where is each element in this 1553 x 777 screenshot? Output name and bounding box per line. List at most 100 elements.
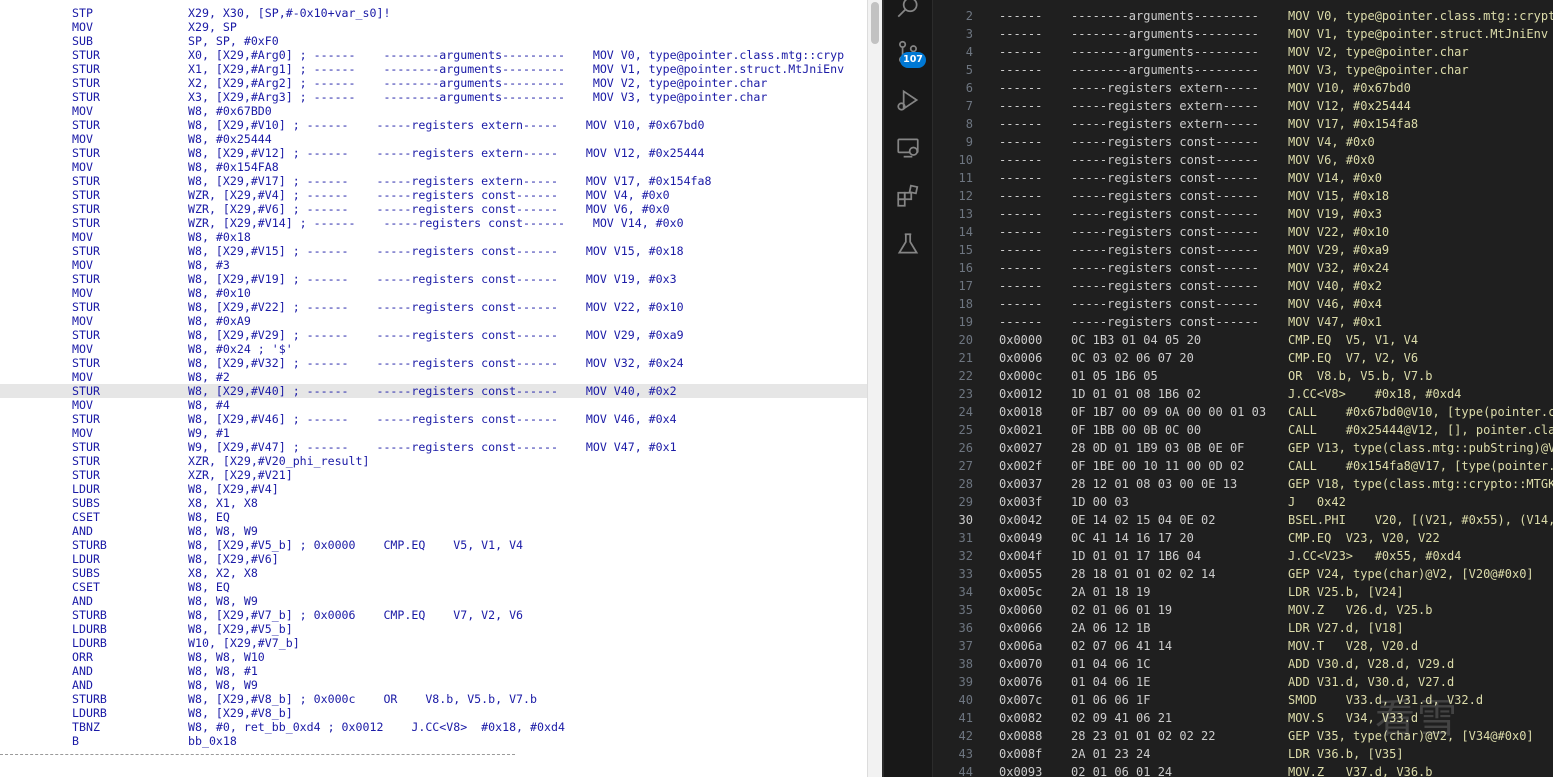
editor-line[interactable]: 43 0x008f 2A 01 23 24 LDR V36.b, [V35] xyxy=(933,745,1553,763)
disasm-line[interactable]: Bbb_0x18 xyxy=(0,734,867,748)
disasm-line[interactable]: STUR X1, [X29,#Arg1] ; ------ --------arg… xyxy=(0,62,867,76)
disasm-line[interactable]: AND W8, W8, W9 xyxy=(0,524,867,538)
disasm-line[interactable]: MOV W8, #0x25444 xyxy=(0,132,867,146)
editor-line[interactable]: 29 0x003f 1D 00 03 J 0x42 xyxy=(933,493,1553,511)
disasm-line[interactable]: LDURB W10, [X29,#V7_b] xyxy=(0,636,867,650)
editor-line[interactable]: 24 0x0018 0F 1B7 00 09 0A 00 00 01 03 CALL … xyxy=(933,403,1553,421)
editor-line[interactable]: 18 ------ -----registers const------ MOV V4… xyxy=(933,295,1553,313)
editor-line[interactable]: 37 0x006a 02 07 06 41 14 MOV.T V28, V20.d xyxy=(933,637,1553,655)
disasm-line[interactable]: AND W8, W8, #1 xyxy=(0,664,867,678)
disasm-line[interactable]: SUB SP, SP, #0xF0 xyxy=(0,34,867,48)
editor-line[interactable]: 6 ------ -----registers extern----- MOV V10… xyxy=(933,79,1553,97)
disassembly-pane[interactable]: STP X29, X30, [SP,#-0x10+var_s0]! MOV X29, … xyxy=(0,0,867,777)
remote-explorer-icon[interactable] xyxy=(894,134,922,162)
editor-line[interactable]: 12 ------ -----registers const------ MOV V1… xyxy=(933,187,1553,205)
disasm-line[interactable]: STUR W8, [X29,#V12] ; ------ -----registe… xyxy=(0,146,867,160)
disasm-line[interactable]: STUR W8, [X29,#V19] ; ------ -----registe… xyxy=(0,272,867,286)
disasm-line[interactable]: TBNZ W8, #0, ret_bb_0xd4 ; 0x0012 J.CC<V8… xyxy=(0,720,867,734)
editor-line[interactable]: 36 0x0066 2A 06 12 1B LDR V27.d, [V18] xyxy=(933,619,1553,637)
editor-line[interactable]: 8 ------ -----registers extern----- MOV V17… xyxy=(933,115,1553,133)
disasm-line[interactable]: CSET W8, EQ xyxy=(0,580,867,594)
editor-line[interactable]: 28 0x0037 28 12 01 08 03 00 0E 13 GEP V18, … xyxy=(933,475,1553,493)
editor-line[interactable]: 22 0x000c 01 05 1B6 05 OR V8.b, V5.b, V7.b xyxy=(933,367,1553,385)
disasm-line[interactable]: MOV W8, #4 xyxy=(0,398,867,412)
disasm-line[interactable]: STUR W8, [X29,#V46] ; ------ -----registe… xyxy=(0,412,867,426)
disasm-line[interactable]: STUR XZR, [X29,#V21] xyxy=(0,468,867,482)
disasm-line[interactable]: CSET W8, EQ xyxy=(0,510,867,524)
disasm-line[interactable]: SUBS X8, X1, X8 xyxy=(0,496,867,510)
editor-line[interactable]: 17 ------ -----registers const------ MOV V4… xyxy=(933,277,1553,295)
disasm-line[interactable]: MOV W8, #0x18 xyxy=(0,230,867,244)
disasm-line[interactable]: STP X29, X30, [SP,#-0x10+var_s0]! xyxy=(0,6,867,20)
editor-line[interactable]: 30 0x0042 0E 14 02 15 04 0E 02 BSEL.PHI V20… xyxy=(933,511,1553,529)
disasm-line[interactable]: STUR W8, [X29,#V10] ; ------ -----registe… xyxy=(0,118,867,132)
editor-line[interactable]: 7 ------ -----registers extern----- MOV V12… xyxy=(933,97,1553,115)
editor-line[interactable]: 21 0x0006 0C 03 02 06 07 20 CMP.EQ V7, V2, … xyxy=(933,349,1553,367)
code-editor[interactable]: 2 ------ --------arguments--------- MOV V0,… xyxy=(933,0,1553,777)
disasm-line[interactable]: LDUR W8, [X29,#V4] xyxy=(0,482,867,496)
editor-line[interactable]: 16 ------ -----registers const------ MOV V3… xyxy=(933,259,1553,277)
disasm-line[interactable]: MOV W8, #2 xyxy=(0,370,867,384)
search-icon[interactable] xyxy=(894,0,922,22)
editor-line[interactable]: 35 0x0060 02 01 06 01 19 MOV.Z V26.d, V25.b xyxy=(933,601,1553,619)
disasm-line[interactable]: STUR XZR, [X29,#V20_phi_result] xyxy=(0,454,867,468)
editor-line[interactable]: 31 0x0049 0C 41 14 16 17 20 CMP.EQ V23, V20… xyxy=(933,529,1553,547)
disasm-line[interactable]: STUR W8, [X29,#V40] ; ------ -----registe… xyxy=(0,384,867,398)
testing-icon[interactable] xyxy=(894,230,922,258)
disasm-line[interactable]: LDURB W8, [X29,#V8_b] xyxy=(0,706,867,720)
disasm-line[interactable]: STUR X2, [X29,#Arg2] ; ------ --------arg… xyxy=(0,76,867,90)
editor-line[interactable]: 32 0x004f 1D 01 01 17 1B6 04 J.CC<V23> #0x5… xyxy=(933,547,1553,565)
disasm-line[interactable]: MOV W8, #0x154FA8 xyxy=(0,160,867,174)
disasm-line[interactable]: STUR WZR, [X29,#V4] ; ------ -----registe… xyxy=(0,188,867,202)
disassembly-scrollbar[interactable] xyxy=(867,0,883,777)
editor-line[interactable]: 34 0x005c 2A 01 18 19 LDR V25.b, [V24] xyxy=(933,583,1553,601)
disasm-line[interactable]: STUR W8, [X29,#V29] ; ------ -----registe… xyxy=(0,328,867,342)
editor-line[interactable]: 14 ------ -----registers const------ MOV V2… xyxy=(933,223,1553,241)
disasm-line[interactable]: SUBS X8, X2, X8 xyxy=(0,566,867,580)
editor-line[interactable]: 9 ------ -----registers const------ MOV V4,… xyxy=(933,133,1553,151)
disasm-line[interactable]: MOV W8, #0x67BD0 xyxy=(0,104,867,118)
editor-line[interactable]: 10 ------ -----registers const------ MOV V6… xyxy=(933,151,1553,169)
disasm-line[interactable]: MOV W8, #0x24 ; '$' xyxy=(0,342,867,356)
editor-line[interactable]: 27 0x002f 0F 1BE 00 10 11 00 0D 02 CALL #0x… xyxy=(933,457,1553,475)
disasm-line[interactable]: LDURB W8, [X29,#V5_b] xyxy=(0,622,867,636)
editor-line[interactable]: 38 0x0070 01 04 06 1C ADD V30.d, V28.d, V29… xyxy=(933,655,1553,673)
editor-line[interactable]: 25 0x0021 0F 1BB 00 0B 0C 00 CALL #0x25444@… xyxy=(933,421,1553,439)
disasm-line[interactable]: STURB W8, [X29,#V8_b] ; 0x000c OR V8.b, V… xyxy=(0,692,867,706)
disasm-line[interactable]: MOV W8, #0xA9 xyxy=(0,314,867,328)
editor-line[interactable]: 26 0x0027 28 0D 01 1B9 03 0B 0E 0F GEP V13,… xyxy=(933,439,1553,457)
disasm-line[interactable]: STUR W8, [X29,#V32] ; ------ -----registe… xyxy=(0,356,867,370)
editor-line[interactable]: 41 0x0082 02 09 41 06 21 MOV.S V34, V33.d xyxy=(933,709,1553,727)
editor-line[interactable]: 5 ------ --------arguments--------- MOV V3,… xyxy=(933,61,1553,79)
editor-line[interactable]: 33 0x0055 28 18 01 01 02 02 14 GEP V24, typ… xyxy=(933,565,1553,583)
editor-line[interactable]: 3 ------ --------arguments--------- MOV V1,… xyxy=(933,25,1553,43)
editor-line[interactable]: 20 0x0000 0C 1B3 01 04 05 20 CMP.EQ V5, V1,… xyxy=(933,331,1553,349)
disasm-line[interactable]: STUR W9, [X29,#V47] ; ------ -----registe… xyxy=(0,440,867,454)
editor-line[interactable]: 4 ------ --------arguments--------- MOV V2,… xyxy=(933,43,1553,61)
editor-line[interactable]: 19 ------ -----registers const------ MOV V4… xyxy=(933,313,1553,331)
disasm-line[interactable]: STUR W8, [X29,#V15] ; ------ -----registe… xyxy=(0,244,867,258)
extensions-icon[interactable] xyxy=(894,182,922,210)
editor-line[interactable]: 40 0x007c 01 06 06 1F SMOD V33.d, V31.d, V3… xyxy=(933,691,1553,709)
disasm-line[interactable]: MOV W8, #3 xyxy=(0,258,867,272)
editor-line[interactable]: 42 0x0088 28 23 01 01 02 02 22 GEP V35, typ… xyxy=(933,727,1553,745)
disasm-line[interactable]: STUR W8, [X29,#V17] ; ------ -----registe… xyxy=(0,174,867,188)
disasm-line[interactable]: STUR W8, [X29,#V22] ; ------ -----registe… xyxy=(0,300,867,314)
editor-line[interactable]: 2 ------ --------arguments--------- MOV V0,… xyxy=(933,7,1553,25)
disasm-line[interactable]: MOV W9, #1 xyxy=(0,426,867,440)
disasm-line[interactable]: LDUR W8, [X29,#V6] xyxy=(0,552,867,566)
editor-line[interactable]: 23 0x0012 1D 01 01 08 1B6 02 J.CC<V8> #0x18… xyxy=(933,385,1553,403)
editor-line[interactable]: 39 0x0076 01 04 06 1E ADD V31.d, V30.d, V27… xyxy=(933,673,1553,691)
disasm-line[interactable]: STUR WZR, [X29,#V6] ; ------ -----registe… xyxy=(0,202,867,216)
disasm-line[interactable]: STURB W8, [X29,#V7_b] ; 0x0006 CMP.EQ V7,… xyxy=(0,608,867,622)
editor-line[interactable]: 44 0x0093 02 01 06 01 24 MOV.Z V37.d, V36.b xyxy=(933,763,1553,777)
editor-line[interactable]: 15 ------ -----registers const------ MOV V2… xyxy=(933,241,1553,259)
disasm-line[interactable]: STURB W8, [X29,#V5_b] ; 0x0000 CMP.EQ V5,… xyxy=(0,538,867,552)
scrollbar-thumb[interactable] xyxy=(871,2,879,44)
disasm-line[interactable]: AND W8, W8, W9 xyxy=(0,594,867,608)
editor-line[interactable]: 13 ------ -----registers const------ MOV V1… xyxy=(933,205,1553,223)
disasm-line[interactable]: MOV X29, SP xyxy=(0,20,867,34)
disasm-line[interactable]: STUR WZR, [X29,#V14] ; ------ -----regist… xyxy=(0,216,867,230)
disasm-line[interactable]: ORR W8, W8, W10 xyxy=(0,650,867,664)
run-debug-icon[interactable] xyxy=(894,86,922,114)
